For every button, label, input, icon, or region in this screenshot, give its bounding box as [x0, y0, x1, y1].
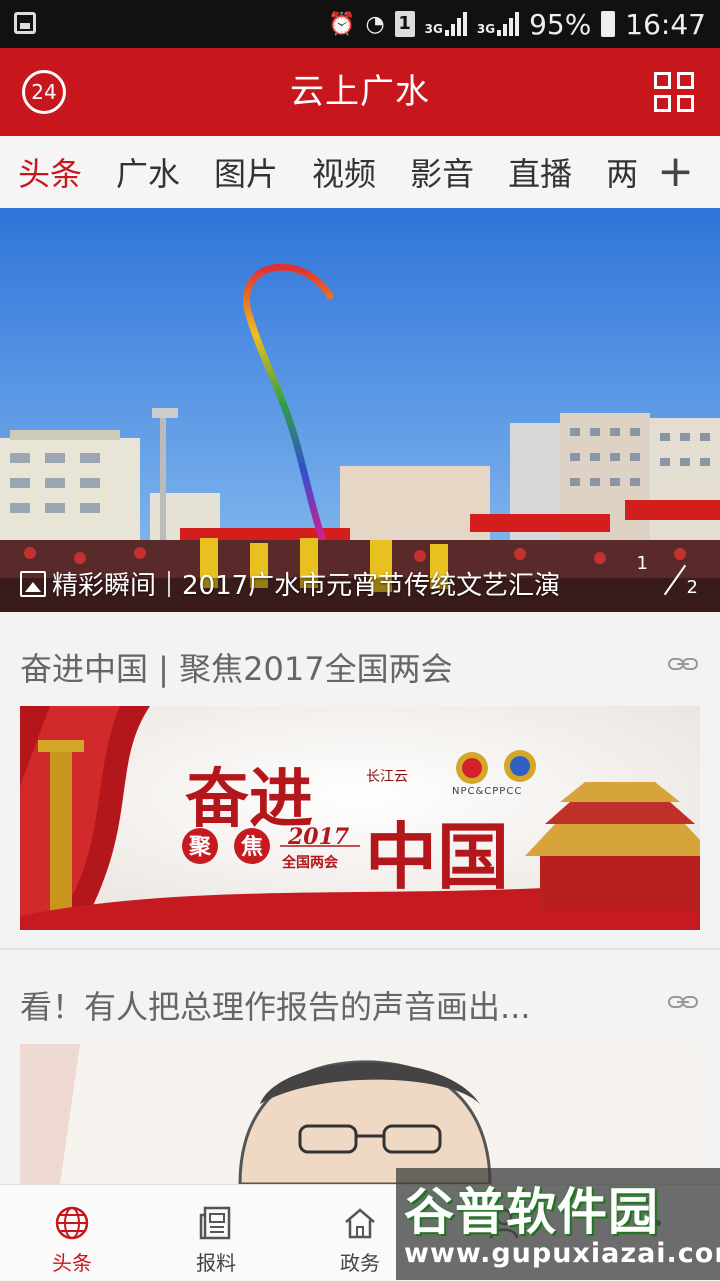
tab-live[interactable]: 直播: [508, 149, 572, 195]
banner-emblem-text: NPC&CPPCC: [452, 786, 523, 797]
tab-guangshui[interactable]: 广水: [116, 149, 180, 195]
status-icons: ⏰ ◔ 1 3G 3G 95% 16:47: [328, 0, 706, 48]
newspaper-icon: [199, 1206, 231, 1240]
hero-title: 2017广水市元宵节传统文艺汇演: [182, 571, 561, 601]
network-type-1: 3G: [424, 22, 443, 36]
wifi-icon: ◔: [365, 11, 385, 37]
banner-headline-2: 中国: [365, 814, 510, 899]
banner-art: [20, 706, 700, 930]
hero-pager: 1 2: [637, 553, 698, 598]
gallery-notification-icon: [14, 12, 36, 34]
network-type-2: 3G: [476, 22, 496, 36]
watermark-url: www.gupuxiazai.com: [404, 1238, 720, 1269]
gallery-icon: [20, 570, 46, 597]
hero-image: [0, 208, 720, 612]
add-channel-icon[interactable]: +: [647, 148, 694, 196]
banner-sub-2: 焦: [240, 835, 263, 860]
banner-sub-3: 全国两会: [282, 855, 338, 871]
status-bar: ⏰ ◔ 1 3G 3G 95% 16:47: [0, 0, 720, 48]
battery-icon: [601, 11, 616, 37]
card-title: 看！有人把总理作报告的声音画出...: [20, 988, 531, 1026]
battery-level: 95%: [529, 7, 592, 41]
signal-2: 3G: [476, 12, 520, 36]
signal-bars-icon: [497, 12, 520, 36]
tab-two-sessions[interactable]: 两: [606, 149, 638, 195]
app-bar: 24 云上广水: [0, 48, 720, 136]
banner-sub-1: 聚: [188, 835, 211, 860]
feature-banner[interactable]: 奋进 中国 聚 焦 2017 全国两会 长江云 NPC&CPPCC: [20, 706, 700, 930]
grid-menu-icon[interactable]: [654, 72, 694, 112]
card-title: 奋进中国 | 聚焦2017全国两会: [20, 650, 453, 688]
sim-icon: 1: [394, 11, 415, 37]
feature-image[interactable]: [20, 1044, 700, 1184]
news-card-2[interactable]: 看！有人把总理作报告的声音画出...: [0, 950, 720, 1184]
hero-category: 精彩瞬间: [52, 571, 157, 601]
hero-carousel[interactable]: 精彩瞬间 2017广水市元宵节传统文艺汇演 1 2: [0, 208, 720, 612]
portrait-illustration: [20, 1044, 700, 1184]
nav-label: 头条: [52, 1251, 92, 1275]
news-card-1[interactable]: 奋进中国 | 聚焦2017全国两会 奋进 中国 聚 焦 2017 全国两会 长江…: [0, 612, 720, 950]
clock: 16:47: [625, 7, 706, 41]
nav-headlines[interactable]: 头条: [0, 1185, 144, 1281]
signal-1: 3G: [425, 12, 467, 36]
pager-current: 1: [636, 553, 648, 574]
channel-tabs: 头条 广水 图片 视频 影音 直播 两 +: [0, 136, 720, 208]
alarm-icon: ⏰: [328, 11, 356, 37]
nav-label: 报料: [196, 1251, 236, 1275]
signal-bars-icon: [444, 12, 467, 36]
app-title: 云上广水: [290, 72, 430, 112]
tab-headlines[interactable]: 头条: [18, 149, 82, 195]
pager-total: 2: [686, 577, 698, 598]
banner-year: 2017: [288, 824, 350, 850]
caption-separator: [168, 570, 171, 597]
nav-report[interactable]: 报料: [144, 1185, 288, 1281]
home-icon: [345, 1208, 375, 1239]
link-icon: [668, 658, 698, 670]
tab-media[interactable]: 影音: [410, 149, 474, 195]
banner-logo: 长江云: [366, 769, 408, 785]
tab-video[interactable]: 视频: [312, 149, 376, 195]
tab-pictures[interactable]: 图片: [214, 149, 278, 195]
watermark-brand: 谷普软件园: [404, 1183, 659, 1241]
hero-caption[interactable]: 精彩瞬间 2017广水市元宵节传统文艺汇演: [20, 565, 560, 602]
link-icon: [668, 996, 698, 1008]
watermark-overlay: 谷普软件园 www.gupuxiazai.com: [396, 1168, 720, 1280]
globe-icon: [55, 1206, 89, 1240]
